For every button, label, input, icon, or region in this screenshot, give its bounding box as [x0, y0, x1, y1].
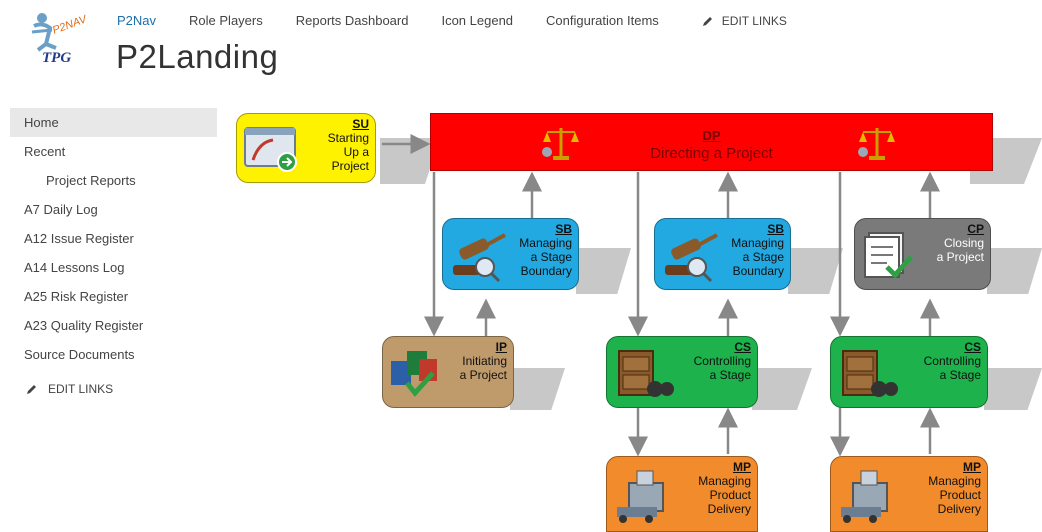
sidebar-item-recent[interactable]: Recent — [10, 137, 217, 166]
process-cs-controlling-a-stage-2[interactable]: CS Controlling a Stage — [830, 336, 988, 408]
nav-configuration-items[interactable]: Configuration Items — [546, 13, 659, 28]
sidebar-item-lessons-log[interactable]: A14 Lessons Log — [10, 253, 217, 282]
dp-name: Directing a Project — [650, 145, 773, 162]
shadow — [510, 368, 565, 410]
edit-links-top[interactable]: EDIT LINKS — [702, 13, 787, 28]
sidebar-item-quality-register[interactable]: A23 Quality Register — [10, 311, 217, 340]
shadow — [576, 248, 631, 294]
svg-text:P2NAV: P2NAV — [51, 13, 88, 37]
documents-check-icon — [391, 351, 437, 397]
page-title: P2Landing — [116, 38, 279, 75]
dp-code: DP — [702, 128, 721, 143]
sidebar-item-project-reports[interactable]: Project Reports — [10, 166, 217, 195]
prince2-process-diagram: DP Directing a Project SU Starting Up a … — [230, 108, 1042, 532]
nav-reports-dashboard[interactable]: Reports Dashboard — [296, 13, 409, 28]
process-mp-managing-product-delivery-1[interactable]: MP Managing Product Delivery — [606, 456, 758, 532]
nav-role-players[interactable]: Role Players — [189, 13, 263, 28]
p2nav-logo[interactable]: P2NAV TPG — [28, 10, 90, 66]
conveyor-machine-icon — [617, 470, 664, 523]
scales-icon — [858, 128, 895, 160]
quick-launch: Home Recent Project Reports A7 Daily Log… — [10, 108, 217, 396]
pencil-icon — [27, 385, 36, 394]
shadow — [752, 368, 812, 410]
edit-links-left[interactable]: EDIT LINKS — [10, 382, 217, 396]
pencil-icon — [702, 16, 712, 26]
shadow — [987, 248, 1042, 294]
shadow — [984, 368, 1042, 410]
filing-cabinet-icon — [842, 350, 898, 397]
edit-links-left-label: EDIT LINKS — [48, 382, 114, 396]
top-navigation: P2Nav Role Players Reports Dashboard Ico… — [117, 13, 787, 28]
gavel-icon — [453, 233, 506, 283]
sidebar-item-risk-register[interactable]: A25 Risk Register — [10, 282, 217, 311]
process-cs-controlling-a-stage-1[interactable]: CS Controlling a Stage — [606, 336, 758, 408]
startup-window-icon — [244, 127, 297, 172]
process-cp-closing-a-project[interactable]: CP Closing a Project — [854, 218, 991, 290]
sidebar-item-source-documents[interactable]: Source Documents — [10, 340, 217, 369]
conveyor-machine-icon — [841, 470, 888, 523]
process-su-starting-up[interactable]: SU Starting Up a Project — [236, 113, 376, 183]
process-mp-managing-product-delivery-2[interactable]: MP Managing Product Delivery — [830, 456, 988, 532]
process-sb-managing-stage-boundary-1[interactable]: SB Managing a Stage Boundary — [442, 218, 579, 290]
checklist-icon — [864, 232, 913, 279]
sidebar-item-home[interactable]: Home — [10, 108, 217, 137]
filing-cabinet-icon — [618, 350, 674, 397]
nav-p2nav[interactable]: P2Nav — [117, 13, 156, 28]
shadow — [788, 248, 843, 294]
process-sb-managing-stage-boundary-2[interactable]: SB Managing a Stage Boundary — [654, 218, 791, 290]
sidebar-item-issue-register[interactable]: A12 Issue Register — [10, 224, 217, 253]
edit-links-top-label: EDIT LINKS — [721, 13, 787, 28]
svg-text:TPG: TPG — [42, 50, 71, 66]
gavel-icon — [665, 233, 718, 283]
process-ip-initiating-a-project[interactable]: IP Initiating a Project — [382, 336, 514, 408]
process-dp-directing-a-project[interactable]: DP Directing a Project — [430, 113, 993, 171]
nav-icon-legend[interactable]: Icon Legend — [441, 13, 513, 28]
scales-icon — [542, 128, 579, 160]
sidebar-item-daily-log[interactable]: A7 Daily Log — [10, 195, 217, 224]
